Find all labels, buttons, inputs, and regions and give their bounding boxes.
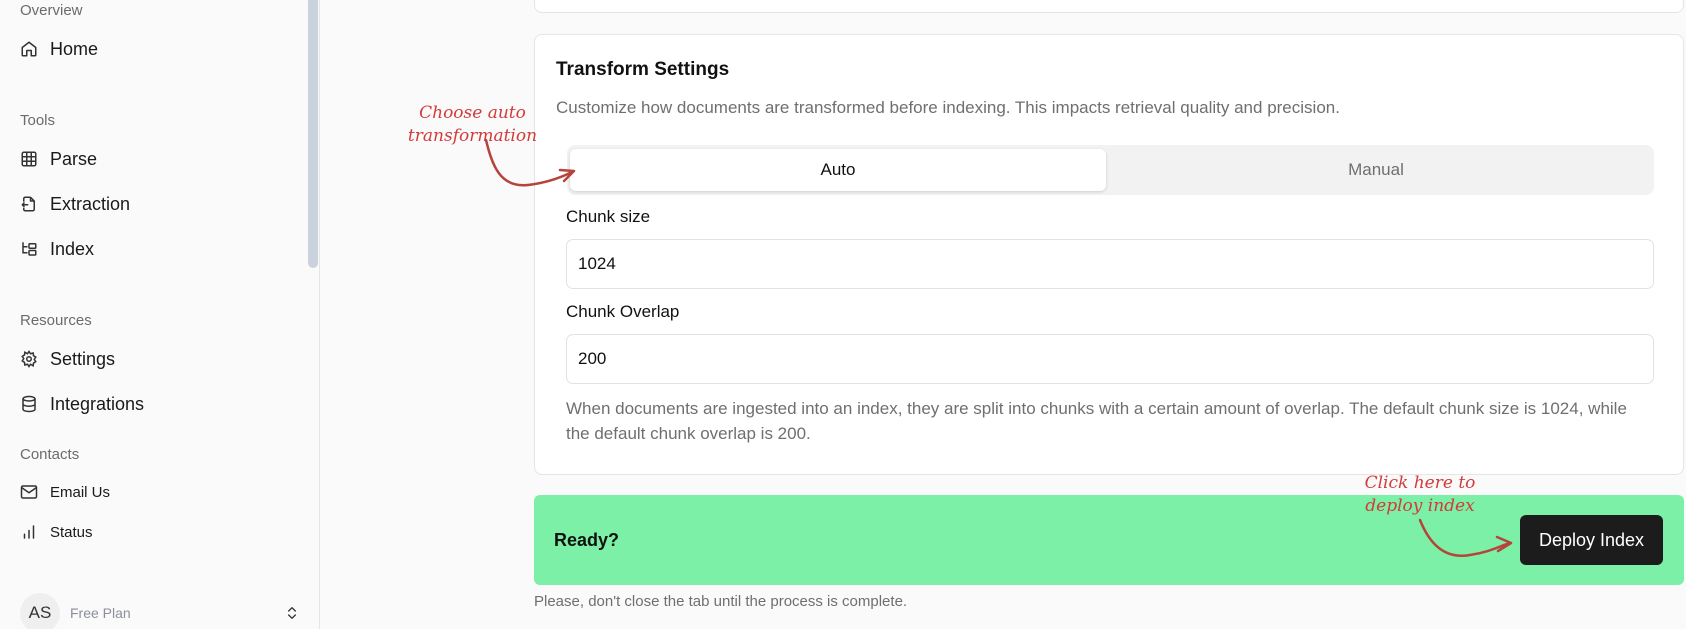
section-label-overview: Overview	[20, 2, 83, 19]
mode-toggle: Auto Manual	[567, 145, 1654, 195]
section-label-tools: Tools	[20, 112, 56, 129]
sidebar-item-label: Settings	[50, 348, 116, 369]
sidebar-item-settings[interactable]: Settings	[20, 346, 115, 372]
ready-label: Ready?	[554, 530, 620, 550]
chunk-overlap-label: Chunk Overlap	[566, 302, 680, 321]
bar-chart-icon	[23, 525, 35, 539]
sidebar-item-email-us[interactable]: Email Us	[20, 479, 110, 505]
tab-manual[interactable]: Manual	[1108, 149, 1644, 191]
card-description: Customize how documents are transformed …	[556, 98, 1340, 117]
sidebar-item-label: Integrations	[50, 393, 145, 414]
process-note: Please, don't close the tab until the pr…	[534, 593, 908, 610]
folder-tree-icon	[22, 242, 37, 256]
section-label-contacts: Contacts	[20, 446, 80, 463]
section-label-resources: Resources	[20, 312, 92, 329]
annotation-line: Click here to	[1364, 473, 1476, 493]
sidebar-item-label: Home	[50, 38, 99, 59]
annotation-choose-auto: Choose auto transformation	[405, 102, 540, 148]
annotation-deploy: Click here to deploy index	[1355, 472, 1485, 518]
sidebar-item-label: Status	[50, 523, 93, 541]
sidebar-item-extraction[interactable]: Extraction	[20, 191, 130, 217]
chunk-size-label: Chunk size	[566, 207, 651, 226]
annotation-line: deploy index	[1365, 496, 1475, 516]
sidebar-scrollbar[interactable]	[308, 0, 318, 268]
sidebar: Overview Home Tools Parse Extraction Ind…	[0, 0, 320, 629]
avatar: AS	[20, 593, 60, 629]
chunk-overlap-input[interactable]	[566, 334, 1654, 384]
sidebar-item-parse[interactable]: Parse	[20, 146, 97, 172]
tab-auto[interactable]: Auto	[570, 149, 1106, 191]
chunk-size-input[interactable]	[566, 239, 1654, 289]
account-switcher[interactable]: AS Free Plan	[20, 593, 300, 629]
ready-banner: Ready? Deploy Index	[534, 495, 1684, 585]
card-title: Transform Settings	[556, 59, 730, 80]
file-export-icon	[21, 196, 35, 212]
chevron-up-down-icon	[288, 607, 296, 619]
transform-settings-card: Transform Settings Customize how documen…	[534, 34, 1684, 475]
annotation-line: Choose auto	[419, 103, 526, 123]
grid-icon	[21, 151, 37, 167]
sidebar-item-home[interactable]: Home	[20, 36, 98, 62]
sidebar-item-label: Parse	[50, 148, 98, 169]
home-icon	[21, 41, 37, 57]
deploy-index-button[interactable]: Deploy Index	[1520, 515, 1663, 565]
annotation-line: transformation	[407, 126, 538, 146]
sidebar-item-label: Extraction	[50, 193, 131, 214]
sidebar-item-integrations[interactable]: Integrations	[20, 391, 144, 417]
sidebar-item-label: Email Us	[50, 483, 111, 501]
database-icon	[22, 395, 36, 413]
mail-icon	[20, 485, 38, 499]
sidebar-item-status[interactable]: Status	[20, 519, 93, 545]
sidebar-item-index[interactable]: Index	[20, 236, 94, 262]
previous-card	[534, 0, 1684, 13]
chunk-help-text: When documents are ingested into an inde…	[566, 399, 1627, 443]
gear-icon	[21, 350, 37, 368]
plan-label: Free Plan	[70, 605, 131, 621]
sidebar-item-label: Index	[50, 238, 95, 259]
